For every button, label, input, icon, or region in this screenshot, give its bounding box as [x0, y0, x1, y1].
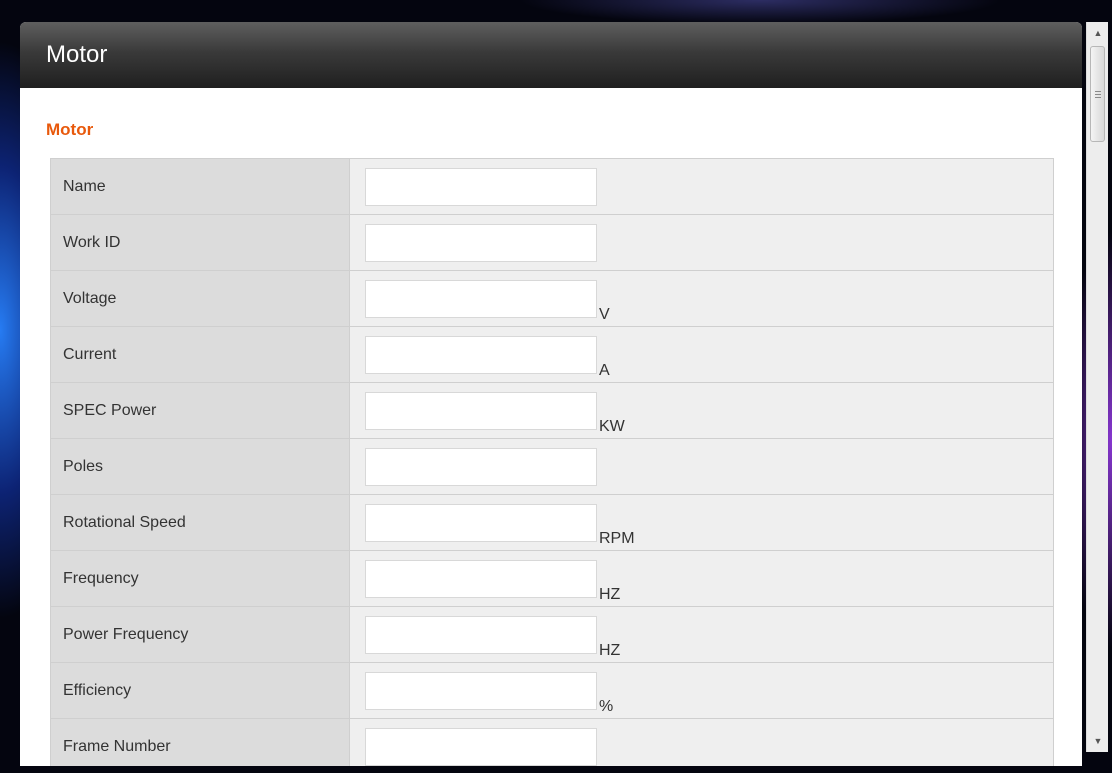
power-frequency-input[interactable] [365, 615, 597, 654]
arrow-down-icon[interactable]: ▼ [1087, 732, 1109, 750]
motor-form-table: Name Work ID Voltage V Current A SPEC Power KW P… [50, 158, 1054, 766]
form-row: Name [50, 158, 1054, 215]
unit-label: A [599, 361, 610, 379]
rotational-speed-input[interactable] [365, 503, 597, 542]
unit-label: KW [599, 417, 625, 435]
dialog-content: Motor Name Work ID Voltage V Current A SPEC Po… [20, 88, 1082, 766]
dialog-title: Motor [46, 41, 108, 68]
form-row: Efficiency% [50, 662, 1054, 719]
field-input-cell [349, 214, 1054, 271]
efficiency-input[interactable] [365, 671, 597, 710]
poles-input[interactable] [365, 447, 597, 486]
field-label: Frequency [50, 550, 350, 607]
vertical-scrollbar[interactable]: ▲ ▼ [1086, 22, 1108, 752]
field-input-cell: % [349, 662, 1054, 719]
current-input[interactable] [365, 335, 597, 374]
motor-dialog: Motor Motor Name Work ID Voltage V Current A S… [20, 22, 1082, 766]
field-label: Power Frequency [50, 606, 350, 663]
spec-power-input[interactable] [365, 391, 597, 430]
field-input-cell [349, 438, 1054, 495]
field-label: Efficiency [50, 662, 350, 719]
field-label: SPEC Power [50, 382, 350, 439]
field-label: Current [50, 326, 350, 383]
field-label: Frame Number [50, 718, 350, 766]
form-row: Rotational Speed RPM [50, 494, 1054, 551]
field-input-cell [349, 158, 1054, 215]
form-row: Frequency HZ [50, 550, 1054, 607]
unit-label: % [599, 697, 614, 715]
field-input-cell: RPM [349, 494, 1054, 551]
unit-label: HZ [599, 585, 621, 603]
form-row: Frame Number [50, 718, 1054, 766]
field-label: Voltage [50, 270, 350, 327]
field-input-cell: A [349, 326, 1054, 383]
dialog-titlebar[interactable]: Motor [20, 22, 1082, 88]
field-input-cell: KW [349, 382, 1054, 439]
unit-label: RPM [599, 529, 635, 547]
field-input-cell [349, 718, 1054, 766]
form-row: SPEC Power KW [50, 382, 1054, 439]
grip-icon [1094, 90, 1101, 98]
field-label: Poles [50, 438, 350, 495]
field-label: Name [50, 158, 350, 215]
field-label: Work ID [50, 214, 350, 271]
field-input-cell: HZ [349, 606, 1054, 663]
field-input-cell: V [349, 270, 1054, 327]
unit-label: HZ [599, 641, 621, 659]
section-title: Motor [46, 120, 94, 139]
form-row: Voltage V [50, 270, 1054, 327]
frequency-input[interactable] [365, 559, 597, 598]
work-id-input[interactable] [365, 223, 597, 262]
field-label: Rotational Speed [50, 494, 350, 551]
name-input[interactable] [365, 167, 597, 206]
form-row: Current A [50, 326, 1054, 383]
unit-label: V [599, 305, 610, 323]
form-row: Power Frequency HZ [50, 606, 1054, 663]
form-row: Poles [50, 438, 1054, 495]
form-row: Work ID [50, 214, 1054, 271]
field-input-cell: HZ [349, 550, 1054, 607]
frame-number-input[interactable] [365, 727, 597, 766]
arrow-up-icon[interactable]: ▲ [1087, 24, 1109, 42]
scrollbar-thumb[interactable] [1090, 46, 1105, 142]
voltage-input[interactable] [365, 279, 597, 318]
